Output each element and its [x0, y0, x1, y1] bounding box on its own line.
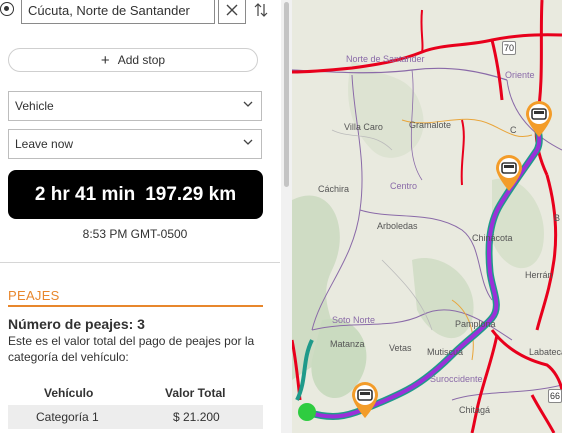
map-label-mutiscua: Mutiscua [427, 347, 464, 357]
map-label-herran: Herrán [525, 270, 553, 280]
chevron-down-icon [243, 139, 253, 145]
map-label-chitaga: Chitagá [459, 405, 491, 415]
road-shield-66: 66 [548, 389, 562, 403]
sidebar-scrollbar[interactable] [281, 0, 292, 433]
table-header-vehicle: Vehículo [44, 386, 94, 400]
map-label-b: B [554, 213, 561, 223]
divider [0, 262, 280, 263]
map-label-arboledas: Arboledas [377, 221, 418, 231]
arrival-time: 8:53 PM GMT-0500 [82, 227, 188, 241]
close-icon [226, 4, 238, 16]
toll-count: Número de peajes: 3 [8, 316, 145, 332]
map-label-cachira: Cáchira [318, 184, 350, 194]
map-label-pamplona: Pamplona [455, 319, 496, 329]
add-stop-label: Add stop [117, 53, 166, 67]
table-header-total: Valor Total [165, 386, 226, 400]
route-start-marker[interactable] [298, 403, 316, 421]
vehicle-select[interactable]: Vehicle [8, 91, 262, 121]
origin-radio-icon [0, 2, 14, 16]
map-label-villa-caro: Villa Caro [344, 122, 383, 132]
map-view[interactable]: 70 66 Norte de Santander Oriente Villa C… [292, 0, 562, 433]
toll-booth-icon[interactable] [350, 381, 380, 419]
origin-input[interactable] [21, 0, 215, 24]
plus-icon: + [100, 51, 110, 69]
map-label-oriente: Oriente [505, 70, 535, 80]
toll-description: Este es el valor total del pago de peaje… [8, 334, 255, 364]
tolls-section-title: PEAJES [8, 288, 60, 303]
map-label-gramalote: Gramalote [409, 120, 452, 130]
map-label-centro: Centro [390, 181, 418, 191]
scrollbar-thumb[interactable] [284, 2, 289, 187]
origin-row [0, 0, 280, 28]
vehicle-select-value: Vehicle [15, 99, 54, 113]
swap-vertical-icon [254, 3, 268, 17]
map-label-norte-de-santander: Norte de Santander [346, 54, 425, 64]
table-cell-total: $ 21.200 [173, 410, 220, 424]
clear-origin-button[interactable] [218, 0, 246, 24]
map-label-suroccidente: Suroccidente [430, 374, 483, 384]
route-summary: 2 hr 41 min 197.29 km [8, 170, 263, 219]
toll-booth-icon[interactable] [494, 154, 524, 192]
map-label-soto-norte: Soto Norte [332, 315, 376, 325]
map-label-vetas: Vetas [389, 343, 412, 353]
road-shield-70: 70 [502, 41, 516, 55]
add-stop-button[interactable]: + Add stop [8, 48, 258, 72]
map-label-cucuta: C [510, 125, 517, 135]
directions-panel: + Add stop Vehicle Leave now 2 hr 41 min… [0, 0, 280, 433]
map-label-labateca: Labateca [529, 347, 562, 357]
swap-stops-button[interactable] [251, 0, 271, 22]
tolls-title-underline [8, 305, 263, 307]
route-distance: 197.29 km [145, 183, 237, 205]
map-label-chinacota: Chinácota [472, 233, 513, 243]
chevron-down-icon [243, 101, 253, 107]
departure-select-value: Leave now [15, 137, 74, 151]
map-canvas[interactable] [292, 0, 562, 433]
map-label-matanza: Matanza [330, 339, 365, 349]
toll-booth-icon[interactable] [524, 100, 554, 138]
departure-time-select[interactable]: Leave now [8, 129, 262, 159]
route-duration: 2 hr 41 min [34, 183, 136, 205]
table-cell-vehicle: Categoría 1 [36, 410, 99, 424]
